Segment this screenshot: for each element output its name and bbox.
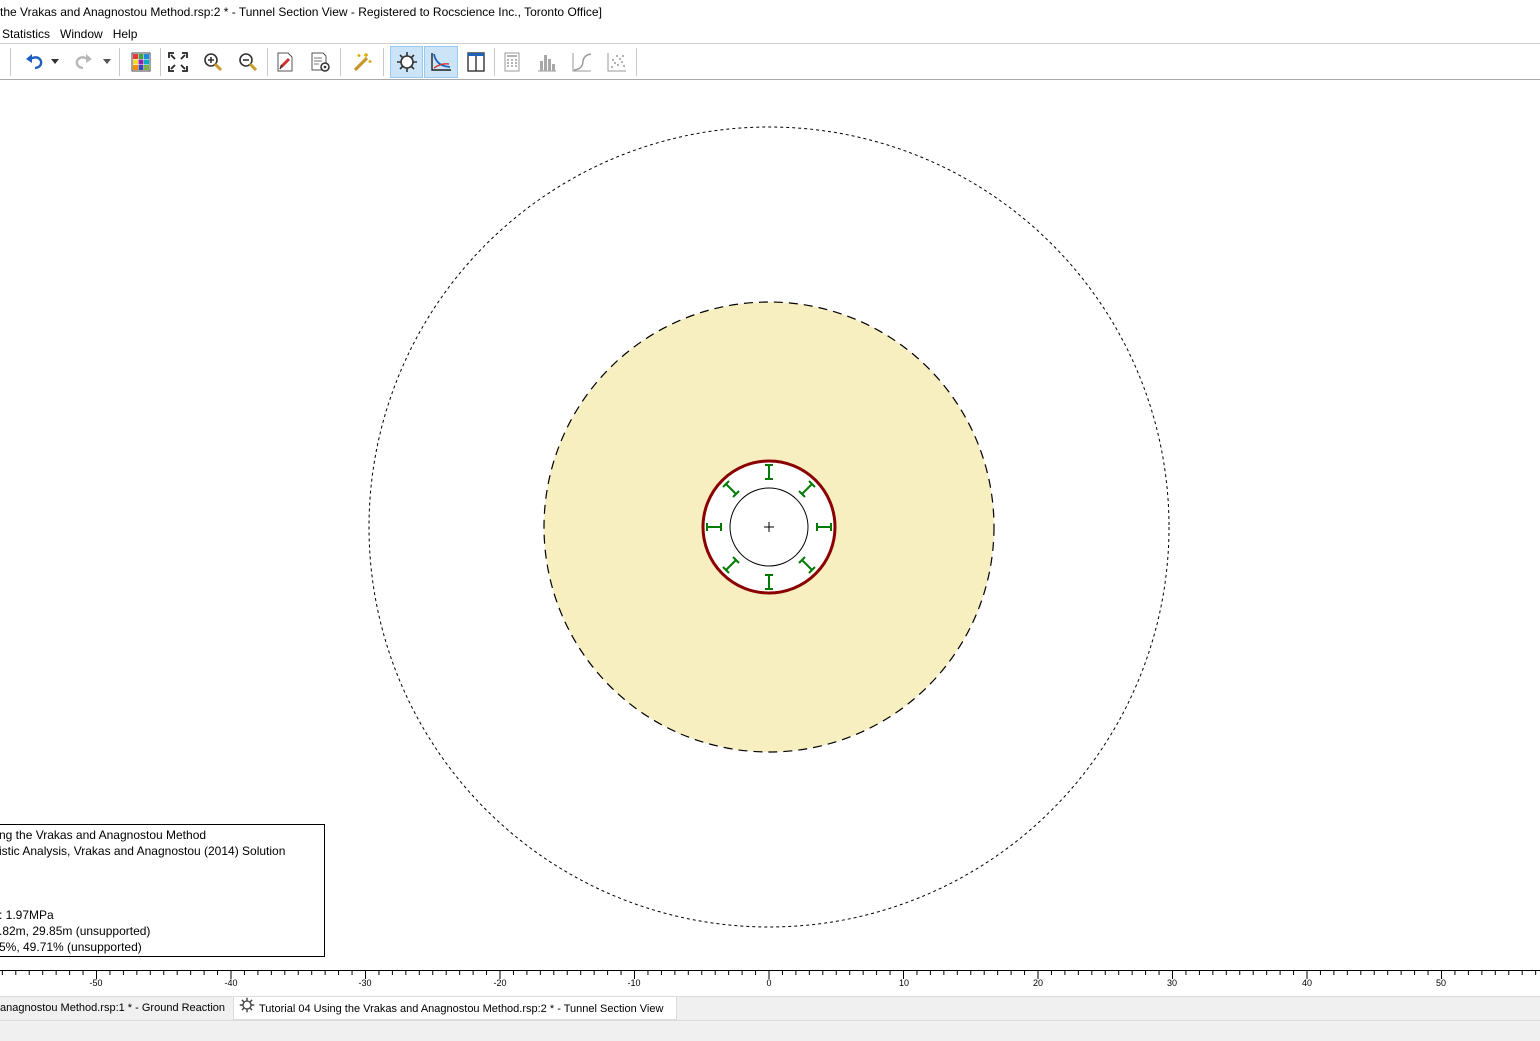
ruler-label: 10 bbox=[898, 978, 910, 988]
tunnel-section-icon[interactable] bbox=[390, 46, 423, 78]
toolbar-separator bbox=[10, 48, 11, 76]
calculator-icon[interactable] bbox=[497, 47, 527, 77]
ruler-label: -10 bbox=[627, 978, 641, 988]
info-radius-line: .82m, 29.85m (unsupported) bbox=[0, 924, 151, 938]
ruler-label: -40 bbox=[224, 978, 238, 988]
edit-properties-icon[interactable] bbox=[270, 47, 300, 77]
ruler-label: 30 bbox=[1166, 978, 1178, 988]
zoom-in-icon[interactable] bbox=[198, 47, 228, 77]
info-project-line: ng the Vrakas and Anagnostou Method bbox=[0, 828, 207, 842]
magic-wand-icon[interactable] bbox=[347, 47, 377, 77]
scatter-plot-icon[interactable] bbox=[602, 47, 632, 77]
toolbar-separator bbox=[340, 48, 341, 76]
color-grid-icon[interactable] bbox=[126, 47, 156, 77]
info-strain-line: 5%, 49.71% (unsupported) bbox=[0, 940, 142, 954]
title-bar: the Vrakas and Anagnostou Method.rsp:2 *… bbox=[0, 0, 1540, 24]
toolbar-separator bbox=[119, 48, 120, 76]
toolbar-separator bbox=[494, 48, 495, 76]
horizontal-ruler: -50 -40 -30 -20 -10 0 10 20 30 40 50 bbox=[0, 970, 1540, 997]
ruler-label: 50 bbox=[1435, 978, 1447, 988]
gear-icon bbox=[239, 997, 255, 1021]
info-panel: ng the Vrakas and Anagnostou Method isti… bbox=[0, 824, 325, 957]
ground-reaction-chart-icon[interactable] bbox=[424, 46, 458, 78]
split-view-icon[interactable] bbox=[461, 47, 491, 77]
info-pressure-line: : 1.97MPa bbox=[0, 908, 54, 922]
tab-ground-reaction[interactable]: anagnostou Method.rsp:1 * - Ground React… bbox=[0, 997, 230, 1019]
undo-icon[interactable] bbox=[20, 47, 50, 77]
dropdown-arrow-icon[interactable] bbox=[100, 47, 114, 77]
tab-tunnel-section-view[interactable]: Tutorial 04 Using the Vrakas and Anagnos… bbox=[233, 997, 677, 1020]
toolbar-separator bbox=[160, 48, 161, 76]
toolbar-separator bbox=[636, 48, 637, 76]
status-bar bbox=[0, 1020, 1540, 1041]
dropdown-arrow-icon[interactable] bbox=[48, 47, 62, 77]
zoom-all-icon[interactable] bbox=[163, 47, 193, 77]
document-settings-icon[interactable] bbox=[305, 47, 335, 77]
tab-label: anagnostou Method.rsp:1 * - Ground React… bbox=[0, 1002, 226, 1014]
document-tabs: anagnostou Method.rsp:1 * - Ground React… bbox=[0, 996, 1540, 1021]
window-title: the Vrakas and Anagnostou Method.rsp:2 *… bbox=[0, 5, 602, 19]
cumulative-curve-icon[interactable] bbox=[567, 47, 597, 77]
menu-statistics[interactable]: Statistics bbox=[0, 27, 58, 41]
ruler-label: -30 bbox=[358, 978, 372, 988]
ruler-label: 20 bbox=[1032, 978, 1044, 988]
ruler-label: -20 bbox=[493, 978, 507, 988]
toolbar-separator bbox=[383, 48, 384, 76]
menu-help[interactable]: Help bbox=[111, 27, 146, 41]
ruler-label: 0 bbox=[766, 978, 772, 988]
info-analysis-line: istic Analysis, Vrakas and Anagnostou (2… bbox=[0, 844, 286, 858]
tab-label: Tutorial 04 Using the Vrakas and Anagnos… bbox=[259, 1002, 664, 1015]
toolbar-separator bbox=[267, 48, 268, 76]
histogram-icon[interactable] bbox=[532, 47, 562, 77]
redo-icon[interactable] bbox=[68, 47, 98, 77]
toolbar bbox=[0, 44, 1540, 80]
menu-window[interactable]: Window bbox=[58, 27, 111, 41]
menu-bar: Statistics Window Help bbox=[0, 24, 1540, 44]
ruler-label: 40 bbox=[1301, 978, 1313, 988]
ruler-label: -50 bbox=[89, 978, 103, 988]
zoom-out-icon[interactable] bbox=[233, 47, 263, 77]
